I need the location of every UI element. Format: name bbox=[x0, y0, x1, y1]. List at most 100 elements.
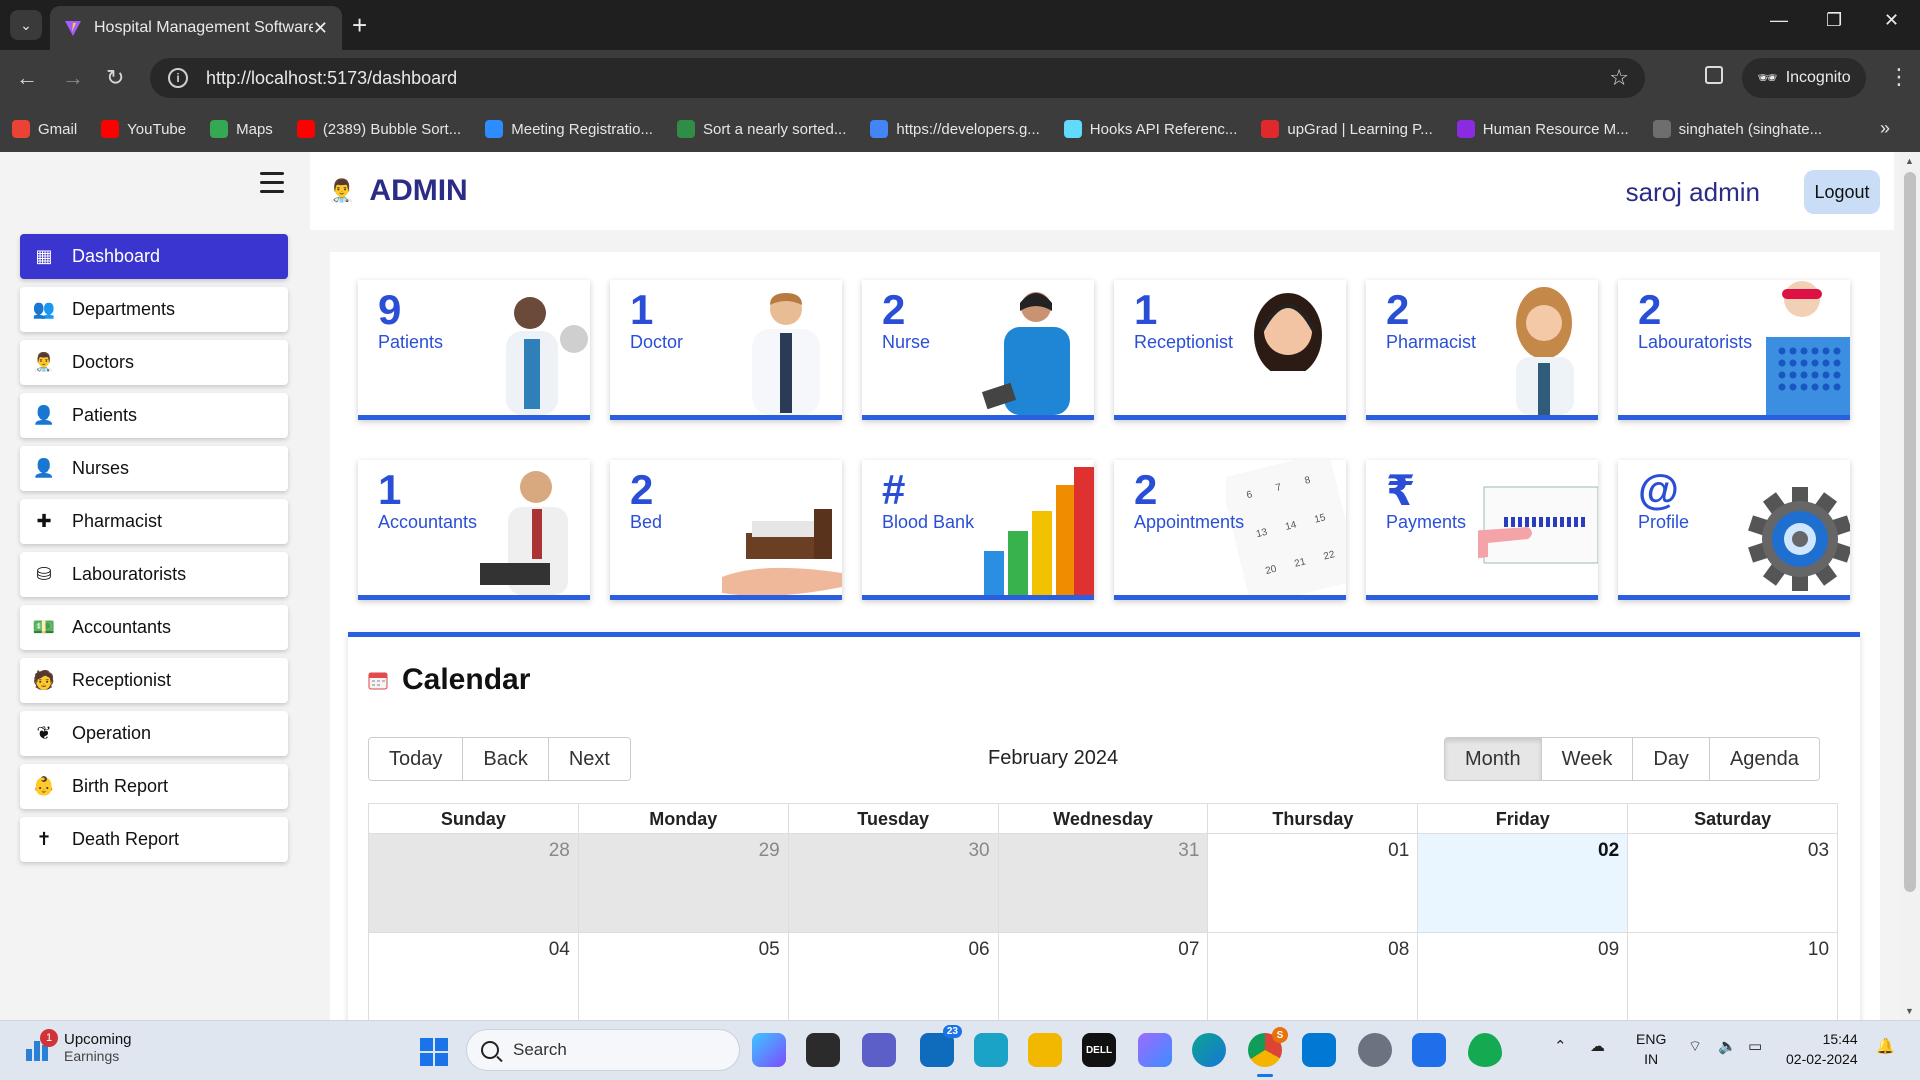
calendar-day-number[interactable]: 02 bbox=[1598, 840, 1619, 861]
remote-desktop-icon[interactable] bbox=[974, 1033, 1008, 1067]
stat-card-nurse[interactable]: 2 Nurse bbox=[862, 280, 1094, 420]
stat-card-patients[interactable]: 9 Patients bbox=[358, 280, 590, 420]
calendar-next-button[interactable]: Next bbox=[548, 738, 630, 780]
sidebar-item-patients[interactable]: 👤 Patients bbox=[20, 393, 288, 438]
calendar-day-cell[interactable]: 31 bbox=[998, 834, 1209, 932]
calendar-day-cell[interactable]: 29 bbox=[578, 834, 789, 932]
calendar-view-agenda-button[interactable]: Agenda bbox=[1709, 738, 1819, 780]
calendar-day-number[interactable]: 10 bbox=[1808, 939, 1829, 960]
calendar-day-cell[interactable]: 05 bbox=[579, 933, 789, 1020]
sidebar-item-receptionist[interactable]: 🧑 Receptionist bbox=[20, 658, 288, 703]
close-window-icon[interactable]: ✕ bbox=[1884, 10, 1899, 31]
sidebar-item-labouratorists[interactable]: ⛁ Labouratorists bbox=[20, 552, 288, 597]
copilot-icon[interactable] bbox=[752, 1033, 786, 1067]
bookmark-item[interactable]: https://developers.g... bbox=[870, 120, 1040, 138]
show-hidden-icons-chevron-icon[interactable]: ⌃ bbox=[1554, 1037, 1567, 1055]
calendar-today-button[interactable]: Today bbox=[369, 738, 464, 780]
calendar-day-cell[interactable]: 04 bbox=[369, 933, 579, 1020]
calendar-day-number[interactable]: 30 bbox=[968, 840, 989, 861]
volume-icon[interactable]: 🔈 bbox=[1718, 1037, 1737, 1055]
calendar-view-week-button[interactable]: Week bbox=[1541, 738, 1634, 780]
sidebar-item-death-report[interactable]: ✝ Death Report bbox=[20, 817, 288, 862]
scroll-down-icon[interactable]: ▼ bbox=[1905, 1006, 1914, 1016]
calendar-day-number[interactable]: 03 bbox=[1808, 840, 1829, 861]
bookmark-item[interactable]: Human Resource M... bbox=[1456, 120, 1629, 138]
tab-search-button[interactable]: ⌄ bbox=[10, 10, 42, 40]
calendar-day-cell[interactable]: 07 bbox=[999, 933, 1209, 1020]
bookmark-item[interactable]: (2389) Bubble Sort... bbox=[296, 120, 461, 138]
sidebar-item-dashboard[interactable]: ▦ Dashboard bbox=[20, 234, 288, 279]
notepad-icon[interactable] bbox=[1412, 1033, 1446, 1067]
taskbar-search-box[interactable]: Search bbox=[466, 1029, 740, 1071]
photos-icon[interactable] bbox=[1138, 1033, 1172, 1067]
browser-menu-icon[interactable]: ⋮ bbox=[1888, 64, 1910, 90]
calendar-day-cell[interactable]: 28 bbox=[369, 834, 579, 932]
calendar-day-number[interactable]: 31 bbox=[1178, 840, 1199, 861]
sidebar-item-departments[interactable]: 👥 Departments bbox=[20, 287, 288, 332]
stat-card-receptionist[interactable]: 1 Receptionist bbox=[1114, 280, 1346, 420]
bookmark-item[interactable]: YouTube bbox=[101, 120, 186, 138]
bookmark-item[interactable]: Gmail bbox=[12, 120, 77, 138]
reload-icon[interactable]: ↻ bbox=[106, 66, 124, 90]
vscode-icon[interactable] bbox=[1302, 1033, 1336, 1067]
incognito-badge[interactable]: 🕶 Incognito bbox=[1742, 58, 1866, 98]
calendar-day-number[interactable]: 06 bbox=[968, 939, 989, 960]
calendar-day-number[interactable]: 07 bbox=[1178, 939, 1199, 960]
logout-button[interactable]: Logout bbox=[1804, 170, 1880, 214]
task-view-icon[interactable] bbox=[806, 1033, 840, 1067]
system-clock[interactable]: 15:44 02-02-2024 bbox=[1786, 1029, 1858, 1069]
calendar-day-number[interactable]: 28 bbox=[549, 840, 570, 861]
calendar-day-number[interactable]: 04 bbox=[549, 939, 570, 960]
mongodb-icon[interactable] bbox=[1468, 1033, 1502, 1067]
calendar-day-number[interactable]: 01 bbox=[1388, 840, 1409, 861]
calendar-day-cell[interactable]: 06 bbox=[789, 933, 999, 1020]
hamburger-menu-icon[interactable] bbox=[260, 172, 284, 199]
notification-bell-icon[interactable]: 🔔 bbox=[1876, 1037, 1895, 1055]
bookmark-item[interactable]: Hooks API Referenc... bbox=[1063, 120, 1237, 138]
side-panel-icon[interactable] bbox=[1705, 66, 1723, 84]
sidebar-item-operation[interactable]: ❦ Operation bbox=[20, 711, 288, 756]
chrome-icon[interactable]: S bbox=[1248, 1027, 1288, 1067]
settings-gear-icon[interactable] bbox=[1358, 1033, 1392, 1067]
calendar-day-cell[interactable]: 10 bbox=[1628, 933, 1837, 1020]
dell-icon[interactable]: DELL bbox=[1082, 1033, 1116, 1067]
bookmark-item[interactable]: singhateh (singhate... bbox=[1652, 120, 1822, 138]
back-arrow-icon[interactable]: ← bbox=[16, 66, 38, 90]
site-info-icon[interactable]: i bbox=[168, 68, 188, 88]
language-indicator[interactable]: ENG IN bbox=[1636, 1029, 1666, 1069]
stat-card-blood-bank[interactable]: # Blood Bank bbox=[862, 460, 1094, 600]
bookmark-star-icon[interactable]: ☆ bbox=[1609, 65, 1629, 91]
stat-card-doctor[interactable]: 1 Doctor bbox=[610, 280, 842, 420]
file-explorer-icon[interactable] bbox=[1028, 1033, 1062, 1067]
scroll-up-icon[interactable]: ▲ bbox=[1905, 156, 1914, 166]
more-bookmarks-icon[interactable]: » bbox=[1880, 118, 1890, 139]
teams-icon[interactable] bbox=[862, 1033, 896, 1067]
calendar-day-number[interactable]: 09 bbox=[1598, 939, 1619, 960]
windows-start-icon[interactable] bbox=[420, 1038, 448, 1066]
stat-card-pharmacist[interactable]: 2 Pharmacist bbox=[1366, 280, 1598, 420]
url-text[interactable]: http://localhost:5173/dashboard bbox=[206, 68, 457, 89]
stat-card-profile[interactable]: @ Profile bbox=[1618, 460, 1850, 600]
calendar-day-number[interactable]: 05 bbox=[759, 939, 780, 960]
calendar-day-cell[interactable]: 08 bbox=[1208, 933, 1419, 1020]
calendar-day-cell[interactable]: 30 bbox=[788, 834, 999, 932]
calendar-day-number[interactable]: 08 bbox=[1388, 939, 1409, 960]
widgets-button[interactable]: 1 Upcoming Earnings bbox=[26, 1028, 132, 1064]
sidebar-item-pharmacist[interactable]: ✚ Pharmacist bbox=[20, 499, 288, 544]
calendar-day-number[interactable]: 29 bbox=[759, 840, 780, 861]
calendar-day-cell[interactable]: 09 bbox=[1418, 933, 1629, 1020]
calendar-view-month-button[interactable]: Month bbox=[1445, 738, 1542, 780]
edge-icon[interactable] bbox=[1192, 1033, 1226, 1067]
restore-icon[interactable]: ❐ bbox=[1826, 10, 1842, 31]
bookmark-item[interactable]: upGrad | Learning P... bbox=[1261, 120, 1433, 138]
address-bar[interactable]: i http://localhost:5173/dashboard ☆ bbox=[150, 58, 1645, 98]
minimize-icon[interactable]: — bbox=[1770, 10, 1788, 31]
bookmark-item[interactable]: Meeting Registratio... bbox=[485, 120, 653, 138]
bookmark-item[interactable]: Maps bbox=[210, 120, 273, 138]
bookmark-item[interactable]: Sort a nearly sorted... bbox=[676, 120, 846, 138]
wifi-icon[interactable]: ⌔ bbox=[1688, 1037, 1702, 1056]
page-scrollbar[interactable]: ▲ ▼ bbox=[1900, 152, 1920, 1020]
sidebar-item-accountants[interactable]: 💵 Accountants bbox=[20, 605, 288, 650]
forward-arrow-icon[interactable]: → bbox=[62, 66, 84, 90]
calendar-day-today[interactable]: 02 bbox=[1418, 834, 1629, 932]
